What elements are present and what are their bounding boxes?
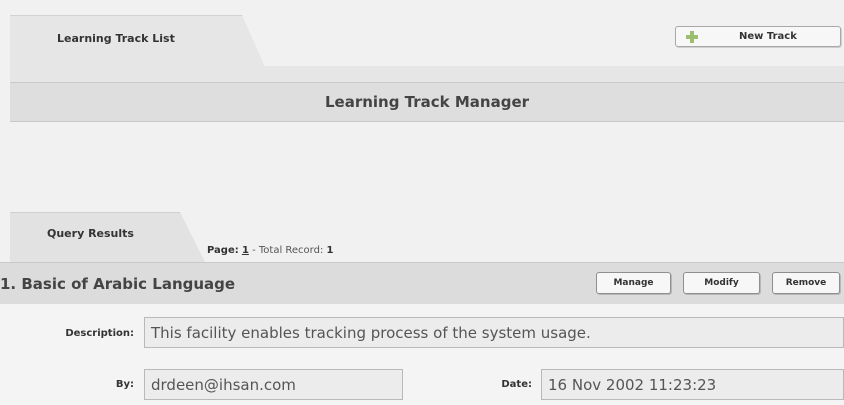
remove-button[interactable]: Remove <box>772 272 840 294</box>
page-link-1[interactable]: 1 <box>242 245 249 256</box>
by-label: By: <box>115 379 134 390</box>
by-field: drdeen@ihsan.com <box>144 369 403 400</box>
total-record-label: - Total Record: <box>248 245 327 256</box>
header-band <box>10 66 844 82</box>
description-field: This facility enables tracking process o… <box>144 317 844 348</box>
date-label: Date: <box>501 379 532 390</box>
page-title: Learning Track Manager <box>10 82 844 122</box>
date-field: 16 Nov 2002 11:23:23 <box>541 369 844 400</box>
pagination-info: Page: 1 - Total Record: 1 <box>207 245 333 256</box>
total-record-count: 1 <box>326 245 334 256</box>
description-label: Description: <box>65 328 134 339</box>
new-track-button[interactable]: New Track <box>675 26 841 47</box>
page-label: Page: <box>207 245 239 256</box>
new-track-label: New Track <box>739 31 797 42</box>
tab-query-results-label: Query Results <box>47 227 134 240</box>
record-title: 1. Basic of Arabic Language <box>0 275 236 293</box>
manage-button[interactable]: Manage <box>596 272 671 294</box>
modify-button[interactable]: Modify <box>683 272 760 294</box>
plus-icon <box>685 30 699 44</box>
tab-learning-track-list-label: Learning Track List <box>57 32 175 45</box>
